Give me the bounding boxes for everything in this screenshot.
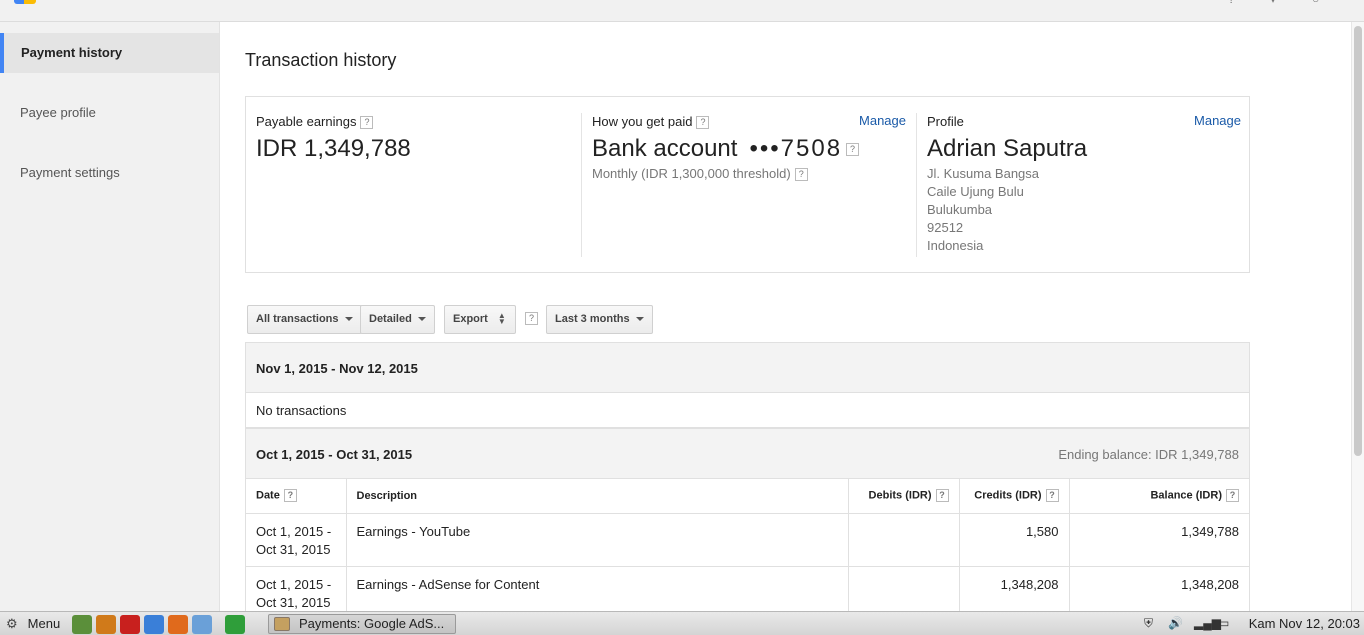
address-line: Jl. Kusuma Bangsa — [927, 166, 1040, 181]
address-line: 92512 — [927, 220, 964, 235]
media-player-icon[interactable] — [96, 615, 116, 634]
address-line: Indonesia — [927, 238, 984, 253]
balance-cell: 1,348,208 — [1069, 566, 1249, 611]
debits-cell — [848, 513, 960, 567]
period-title: Nov 1, 2015 - Nov 12, 2015 — [256, 361, 418, 376]
table-row: Oct 1, 2015 - Oct 31, 2015 Earnings - You… — [246, 513, 1249, 567]
help-icon[interactable]: ? — [360, 116, 374, 130]
adsense-logo-icon[interactable] — [14, 0, 36, 4]
sidebar-item-payee-profile[interactable]: Payee profile — [0, 93, 219, 133]
description-cell: Earnings - AdSense for Content — [346, 566, 849, 611]
sidebar-item-payment-settings[interactable]: Payment settings — [0, 153, 219, 193]
clock[interactable]: Kam Nov 12, 20:03 — [1249, 616, 1360, 631]
help-icon[interactable]: ? — [283, 489, 297, 503]
period-header: Oct 1, 2015 - Oct 31, 2015 Ending balanc… — [246, 428, 1249, 479]
credits-cell: 1,580 — [959, 513, 1070, 567]
os-taskbar: ⚙ Menu Payments: Google AdS... ⛨ 🔊 ▂▄▆ ▭ … — [0, 611, 1364, 635]
opera-icon[interactable] — [120, 615, 140, 634]
firefox-icon[interactable] — [168, 615, 188, 634]
help-icon[interactable]: ? — [525, 312, 538, 325]
table-header-row: Date? Description Debits (IDR)? Credits … — [246, 479, 1249, 514]
sidebar: Payment history Payee profile Payment se… — [0, 22, 220, 611]
address-line: Bulukumba — [927, 202, 993, 217]
detail-level-label: Detailed — [369, 313, 412, 325]
table-row: Oct 1, 2015 - Oct 31, 2015 Earnings - AdS… — [246, 566, 1249, 611]
column-header-description[interactable]: Description — [346, 479, 849, 514]
date-range-dropdown[interactable]: Last 3 months — [546, 305, 653, 334]
export-select[interactable]: Export ▲ ▼ — [444, 305, 516, 334]
browser-window-icon — [274, 617, 290, 631]
help-icon[interactable]: ? — [846, 143, 860, 157]
debits-cell — [848, 566, 960, 611]
payable-earnings-section: Payable earnings? IDR 1,349,788 — [246, 113, 581, 257]
date-cell: Oct 1, 2015 - Oct 31, 2015 — [246, 513, 347, 567]
credits-cell: 1,348,208 — [959, 566, 1070, 611]
period-header: Nov 1, 2015 - Nov 12, 2015 — [246, 342, 1249, 393]
period-title: Oct 1, 2015 - Oct 31, 2015 — [256, 447, 413, 462]
page-scrollbar[interactable] — [1351, 22, 1364, 611]
date-range-label: Last 3 months — [555, 313, 630, 325]
help-icon[interactable]: ? — [696, 116, 710, 130]
terminal-icon[interactable] — [72, 615, 92, 634]
help-icon[interactable]: ? — [1045, 489, 1059, 503]
transaction-type-label: All transactions — [256, 313, 339, 325]
column-header-debits[interactable]: Debits (IDR)? — [848, 479, 960, 514]
ending-balance: Ending balance: IDR 1,349,788 — [1058, 447, 1239, 462]
no-transactions-message: No transactions — [246, 393, 1249, 428]
page-title: Transaction history — [245, 50, 397, 70]
balance-cell: 1,349,788 — [1069, 513, 1249, 567]
address-line: Caile Ujung Bulu — [927, 184, 1024, 199]
sidebar-item-payment-history[interactable]: Payment history — [0, 33, 219, 73]
manage-payment-link[interactable]: Manage — [859, 113, 906, 128]
network-signal-icon[interactable]: ▂▄▆ — [1194, 616, 1221, 630]
caret-down-icon — [417, 317, 426, 322]
chrome-icon[interactable] — [144, 615, 164, 634]
profile-section: Profile Manage Adrian Saputra Jl. Kusuma… — [916, 113, 1251, 257]
caret-down-icon — [635, 317, 644, 322]
start-menu-button[interactable]: ⚙ Menu — [6, 615, 60, 633]
gear-icon: ⚙ — [6, 616, 18, 631]
detail-level-dropdown[interactable]: Detailed — [360, 305, 435, 334]
manage-profile-link[interactable]: Manage — [1194, 113, 1241, 128]
column-header-credits[interactable]: Credits (IDR)? — [959, 479, 1070, 514]
help-icon[interactable]: ? — [1226, 489, 1239, 503]
volume-icon[interactable]: 🔊 — [1168, 616, 1183, 630]
scrollbar-thumb[interactable] — [1354, 26, 1362, 456]
column-header-date[interactable]: Date? — [246, 479, 347, 514]
account-icon[interactable]: ○ — [1312, 0, 1324, 5]
battery-icon[interactable]: ▭ — [1218, 616, 1229, 630]
payable-earnings-value: IDR 1,349,788 — [256, 135, 411, 162]
payable-earnings-label: Payable earnings — [256, 114, 357, 129]
payment-method-value: Bank account — [592, 135, 738, 162]
description-cell: Earnings - YouTube — [346, 513, 849, 567]
user-icon[interactable] — [192, 615, 212, 634]
profile-name: Adrian Saputra — [927, 135, 1088, 162]
help-icon[interactable]: ? — [935, 489, 949, 503]
export-label: Export — [453, 313, 488, 325]
transaction-list: Nov 1, 2015 - Nov 12, 2015 No transactio… — [245, 342, 1250, 611]
notifications-icon[interactable]: ▾ — [1270, 0, 1282, 5]
help-icon[interactable]: ? — [1228, 0, 1240, 5]
up-down-arrows-icon: ▲ ▼ — [497, 311, 506, 327]
app-header: ? ▾ ○ — [0, 0, 1364, 22]
taskbar-window-button[interactable]: Payments: Google AdS... — [268, 614, 456, 634]
shield-icon[interactable]: ⛨ — [1144, 616, 1153, 631]
masked-account-number: •••7508 — [749, 135, 843, 162]
spreadsheet-icon[interactable] — [225, 615, 245, 634]
payment-method-section: How you get paid? Manage Bank account •••… — [581, 113, 916, 257]
payment-schedule: Monthly (IDR 1,300,000 threshold) — [592, 166, 791, 181]
date-cell: Oct 1, 2015 - Oct 31, 2015 — [246, 566, 347, 611]
caret-down-icon — [344, 317, 353, 322]
transaction-type-dropdown[interactable]: All transactions — [247, 305, 362, 334]
transactions-table: Date? Description Debits (IDR)? Credits … — [246, 479, 1249, 611]
column-header-balance[interactable]: Balance (IDR)? — [1069, 479, 1249, 514]
payment-summary-card: Payable earnings? IDR 1,349,788 How you … — [245, 96, 1250, 273]
payment-method-label: How you get paid — [592, 114, 693, 129]
help-icon[interactable]: ? — [794, 168, 808, 182]
main-content: Transaction history Payable earnings? ID… — [220, 22, 1351, 611]
